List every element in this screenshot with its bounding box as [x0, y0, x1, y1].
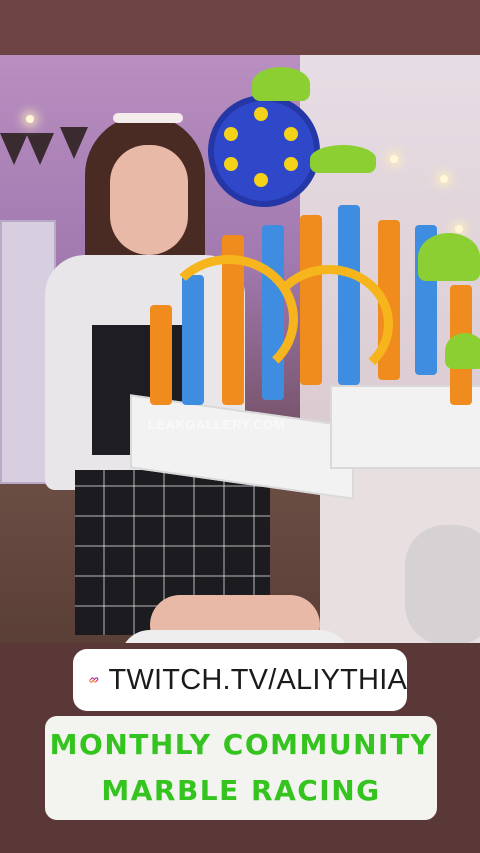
toy-funnel [252, 67, 310, 101]
pennant-flag [60, 127, 88, 159]
caption-line-2: MARBLE RACING [101, 774, 381, 807]
pennant-flag [26, 133, 54, 165]
toy-track-arc [265, 265, 393, 383]
top-background [0, 0, 480, 55]
face [110, 145, 188, 255]
string-light [390, 155, 398, 163]
toy-funnel [310, 145, 376, 173]
toy-wheel [208, 95, 320, 207]
watermark: LEAKGALLERY.COM [148, 417, 286, 432]
caption-sticker: MONTHLY COMMUNITY MARBLE RACING [45, 716, 437, 820]
toy-funnel [445, 333, 480, 369]
string-light [455, 225, 463, 233]
string-light [440, 175, 448, 183]
twitch-link-sticker[interactable]: TWITCH.TV/ALIYTHIA [73, 649, 407, 711]
string-light [26, 115, 34, 123]
knee-sock [120, 630, 350, 643]
link-icon [89, 677, 99, 683]
twitch-link-text: TWITCH.TV/ALIYTHIA [108, 663, 407, 696]
caption-line-1: MONTHLY COMMUNITY [49, 728, 433, 761]
toy-funnel [418, 233, 480, 281]
photo: LEAKGALLERY.COM [0, 55, 480, 643]
fuzzy-pillow [405, 525, 480, 643]
pennant-flag [0, 133, 28, 165]
headband [113, 113, 183, 123]
